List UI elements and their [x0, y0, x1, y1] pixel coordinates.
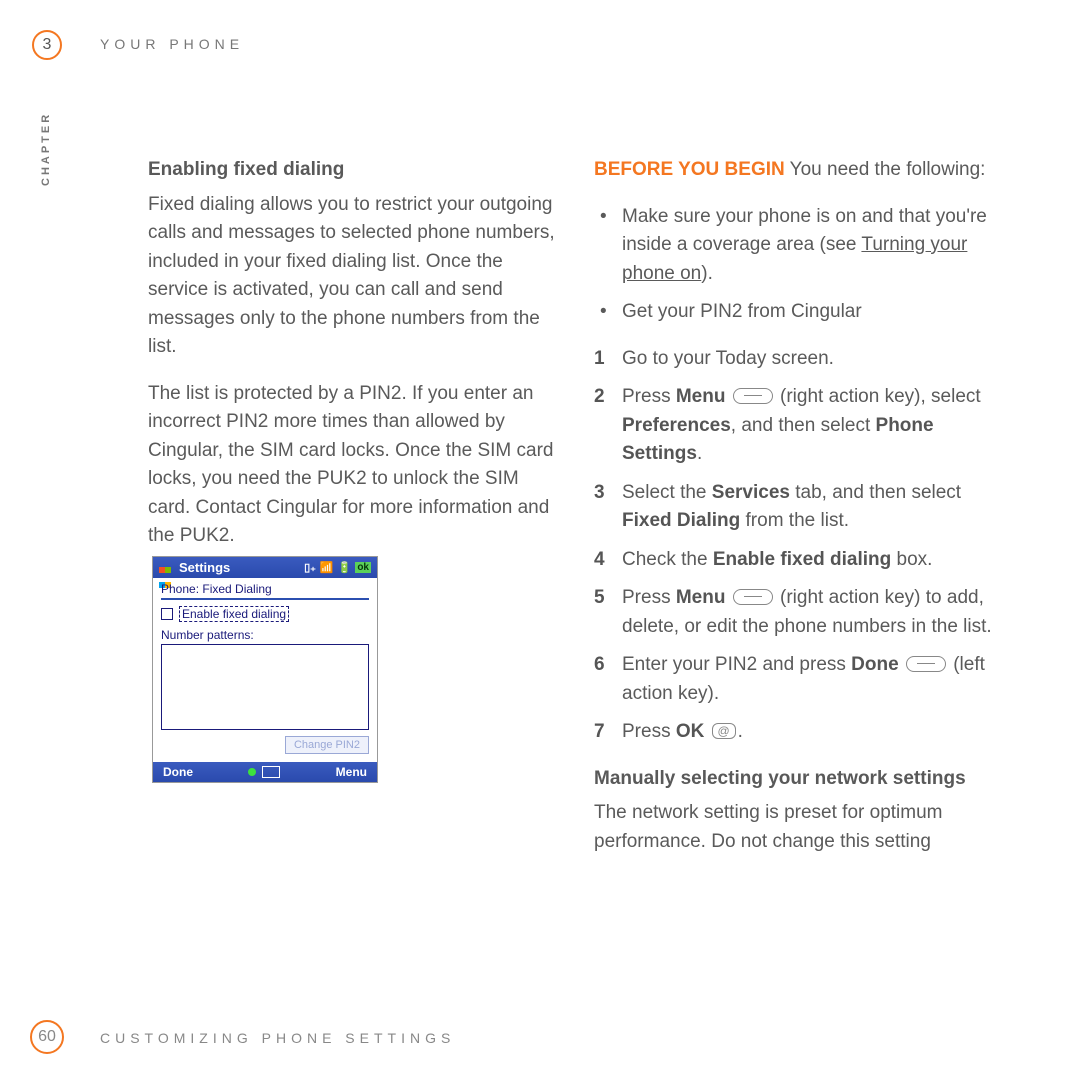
softkey-done[interactable]: Done	[163, 765, 193, 779]
t: .	[738, 721, 743, 742]
page-number-badge: 60	[30, 1020, 64, 1054]
list-label: Number patterns:	[161, 628, 369, 642]
screenshot-subtitle: Phone: Fixed Dialing	[161, 582, 369, 596]
battery-icon: 🔋	[338, 561, 352, 574]
t: box.	[891, 549, 932, 570]
signal-icon: ▯₊	[304, 561, 316, 574]
screenshot-titlebar: Settings ▯₊ 📶 🔋 ok	[153, 557, 377, 578]
presence-icon	[248, 768, 256, 776]
bullet-2-text: Get your PIN2 from Cingular	[622, 301, 862, 322]
t: Select the	[622, 482, 712, 503]
before-tag: BEFORE YOU BEGIN	[594, 159, 785, 180]
section-heading-enabling: Enabling fixed dialing	[148, 156, 558, 185]
ok-key-icon	[712, 723, 736, 739]
step-4: 4 Check the Enable fixed dialing box.	[594, 546, 1004, 575]
checkbox-row: Enable fixed dialing	[161, 606, 369, 622]
left-column: Enabling fixed dialing Fixed dialing all…	[148, 156, 558, 569]
softkey-center	[248, 766, 280, 778]
change-pin2-button: Change PIN2	[285, 736, 369, 754]
t: Press	[622, 587, 676, 608]
before-you-begin: BEFORE YOU BEGIN You need the following:	[594, 156, 1004, 185]
bold-done: Done	[851, 654, 899, 675]
bullet-1-post: ).	[701, 263, 713, 284]
bold-enable-fixed-dialing: Enable fixed dialing	[713, 549, 891, 570]
bullet-1: Make sure your phone is on and that you'…	[594, 203, 1004, 289]
prereq-bullets: Make sure your phone is on and that you'…	[594, 203, 1004, 327]
chapter-vertical-label: CHAPTER	[40, 112, 52, 186]
step-3: 3 Select the Services tab, and then sele…	[594, 479, 1004, 536]
right-column: BEFORE YOU BEGIN You need the following:…	[594, 156, 1004, 874]
action-key-icon	[733, 388, 773, 404]
para-network: The network setting is preset for optimu…	[594, 799, 1004, 856]
bold-menu: Menu	[676, 386, 726, 407]
windows-logo-icon	[159, 561, 173, 575]
step-1-text: Go to your Today screen.	[622, 348, 834, 369]
checkbox-label: Enable fixed dialing	[179, 606, 289, 622]
page-number: 60	[38, 1028, 56, 1046]
step-7: 7 Press OK .	[594, 718, 1004, 747]
t: Press	[622, 386, 676, 407]
para-enabling-2: The list is protected by a PIN2. If you …	[148, 380, 558, 551]
action-key-icon	[906, 656, 946, 672]
screenshot-title: Settings	[179, 560, 230, 575]
bold-ok: OK	[676, 721, 705, 742]
screenshot-softkey-bar: Done Menu	[153, 762, 377, 782]
bold-services: Services	[712, 482, 790, 503]
t: tab, and then select	[790, 482, 961, 503]
footer-section-title: CUSTOMIZING PHONE SETTINGS	[100, 1030, 455, 1046]
screenshot-status-icons: ▯₊ 📶 🔋 ok	[304, 561, 371, 574]
enable-fixed-dialing-checkbox[interactable]	[161, 608, 173, 620]
bold-menu-2: Menu	[676, 587, 726, 608]
number-patterns-listbox[interactable]	[161, 644, 369, 730]
t: Press	[622, 721, 676, 742]
bold-fixed-dialing: Fixed Dialing	[622, 510, 740, 531]
t: Check the	[622, 549, 713, 570]
step-5: 5 Press Menu (right action key) to add, …	[594, 584, 1004, 641]
section-heading-network: Manually selecting your network settings	[594, 765, 1004, 794]
ok-icon: ok	[355, 562, 371, 573]
action-key-icon	[733, 589, 773, 605]
chapter-number-badge: 3	[32, 30, 62, 60]
keyboard-icon[interactable]	[262, 766, 280, 778]
step-6: 6 Enter your PIN2 and press Done (left a…	[594, 651, 1004, 708]
t: (right action key), select	[775, 386, 981, 407]
step-1: 1Go to your Today screen.	[594, 345, 1004, 374]
running-head: YOUR PHONE	[100, 36, 244, 52]
chapter-number: 3	[43, 36, 52, 54]
t: , and then select	[731, 415, 876, 436]
screenshot-body: Phone: Fixed Dialing Enable fixed dialin…	[153, 578, 377, 762]
steps-list: 1Go to your Today screen. 2 Press Menu (…	[594, 345, 1004, 747]
manual-page: 3 YOUR PHONE CHAPTER Enabling fixed dial…	[0, 0, 1080, 1080]
para-enabling-1: Fixed dialing allows you to restrict you…	[148, 191, 558, 362]
t: from the list.	[740, 510, 849, 531]
bullet-2: Get your PIN2 from Cingular	[594, 298, 1004, 327]
bold-preferences: Preferences	[622, 415, 731, 436]
softkey-menu[interactable]: Menu	[336, 765, 367, 779]
antenna-icon: 📶	[320, 561, 334, 574]
t: .	[697, 443, 702, 464]
divider	[161, 598, 369, 600]
t: Enter your PIN2 and press	[622, 654, 851, 675]
before-rest: You need the following:	[785, 159, 986, 180]
step-2: 2 Press Menu (right action key), select …	[594, 383, 1004, 469]
phone-screenshot: Settings ▯₊ 📶 🔋 ok Phone: Fixed Dialing …	[152, 556, 378, 783]
